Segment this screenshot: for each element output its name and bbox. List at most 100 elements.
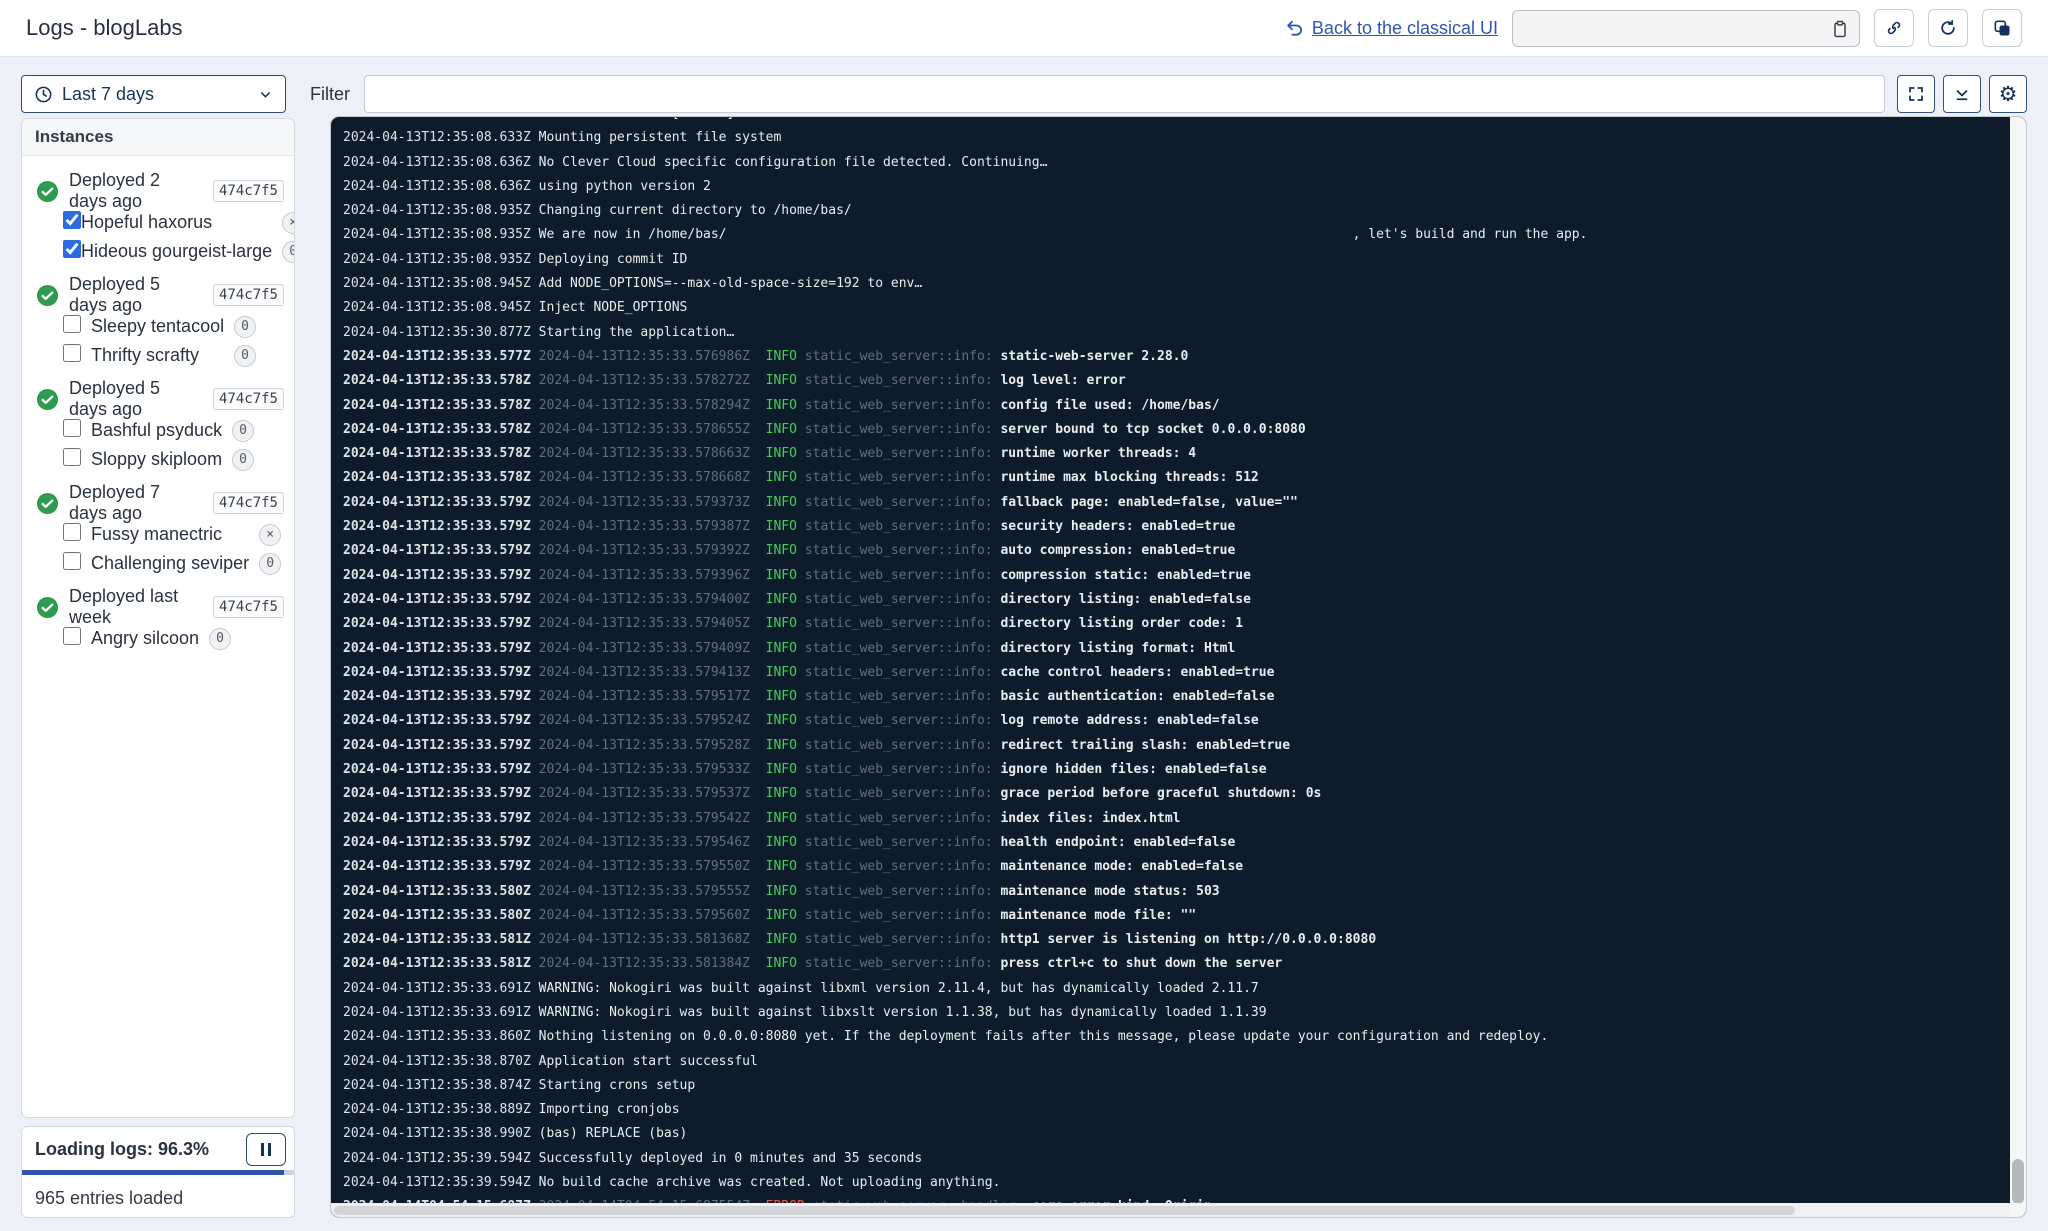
log-line: 2024-04-13T12:35:08.935Z Deploying commi…	[343, 248, 2026, 272]
instance-counter: ×	[259, 524, 281, 546]
log-line: 2024-04-13T12:35:33.579Z 2024-04-13T12:3…	[343, 734, 2026, 758]
log-line: 2024-04-13T12:35:08.935Z Changing curren…	[343, 199, 2026, 223]
log-lines: 2024-04-13T12:35:07.648Z ' [SHA256] '202…	[343, 116, 2026, 1218]
log-line: 2024-04-13T12:35:39.594Z Successfully de…	[343, 1147, 2026, 1171]
copy-icon	[1992, 18, 2012, 38]
log-line: 2024-04-13T12:35:33.579Z 2024-04-13T12:3…	[343, 807, 2026, 831]
log-viewer: 2024-04-13T12:35:07.648Z ' [SHA256] '202…	[330, 116, 2027, 1218]
pause-icon	[261, 1143, 271, 1156]
instance-checkbox[interactable]	[63, 315, 81, 333]
instance-name[interactable]: Challenging seviper	[91, 549, 259, 578]
commit-badge: 474c7f5	[213, 388, 284, 410]
instance-counter: 0	[259, 553, 281, 575]
scroll-to-bottom-icon	[1953, 85, 1971, 103]
deployment-group: Deployed 2 days ago474c7f5Hopeful haxoru…	[36, 176, 284, 266]
fullscreen-button[interactable]	[1897, 75, 1935, 113]
filter-input[interactable]	[364, 75, 1885, 113]
log-line: 2024-04-13T12:35:33.580Z 2024-04-13T12:3…	[343, 880, 2026, 904]
instance-checkbox[interactable]	[63, 240, 81, 258]
deployment-label: Deployed 2 days ago	[69, 170, 203, 212]
log-line: 2024-04-13T12:35:33.579Z 2024-04-13T12:3…	[343, 515, 2026, 539]
deployment-group-header[interactable]: Deployed 5 days ago474c7f5	[36, 280, 284, 310]
pause-loading-button[interactable]	[246, 1133, 286, 1166]
log-line: 2024-04-13T12:35:38.874Z Starting crons …	[343, 1074, 2026, 1098]
instance-counter: 0	[232, 449, 254, 471]
log-line: 2024-04-13T12:35:33.579Z 2024-04-13T12:3…	[343, 612, 2026, 636]
log-line: 2024-04-13T12:35:33.579Z 2024-04-13T12:3…	[343, 685, 2026, 709]
instance-counter: 0	[232, 420, 254, 442]
check-circle-icon	[36, 492, 59, 515]
instance-name[interactable]: Angry silcoon	[91, 624, 209, 653]
instance-checkbox[interactable]	[63, 211, 81, 229]
header-bar: Logs - blogLabs Back to the classical UI	[0, 0, 2048, 57]
commit-badge: 474c7f5	[213, 492, 284, 514]
loading-logs-label: Loading logs: 96.3%	[35, 1139, 209, 1160]
log-line: 2024-04-13T12:35:38.889Z Importing cronj…	[343, 1098, 2026, 1122]
log-line: 2024-04-13T12:35:33.577Z 2024-04-13T12:3…	[343, 345, 2026, 369]
log-line: 2024-04-13T12:35:33.579Z 2024-04-13T12:3…	[343, 855, 2026, 879]
deployment-label: Deployed 7 days ago	[69, 482, 203, 524]
refresh-button[interactable]	[1928, 9, 1968, 47]
back-to-classical-ui-link[interactable]: Back to the classical UI	[1284, 18, 1498, 39]
header-text-input[interactable]	[1513, 11, 1859, 46]
date-range-select[interactable]: Last 7 days	[21, 75, 286, 113]
instance-counter: 0	[209, 628, 231, 650]
scroll-to-bottom-button[interactable]	[1943, 75, 1981, 113]
instance-checkbox[interactable]	[63, 627, 81, 645]
instance-row: Hopeful haxorus×	[63, 208, 295, 237]
log-line: 2024-04-13T12:35:33.579Z 2024-04-13T12:3…	[343, 588, 2026, 612]
vertical-scrollbar[interactable]	[2010, 117, 2026, 1203]
log-line: 2024-04-13T12:35:33.579Z 2024-04-13T12:3…	[343, 564, 2026, 588]
instance-counter: 0	[234, 345, 256, 367]
log-line: 2024-04-13T12:35:33.578Z 2024-04-13T12:3…	[343, 442, 2026, 466]
check-circle-icon	[36, 180, 59, 203]
deployment-group: Deployed 5 days ago474c7f5Bashful psyduc…	[36, 384, 284, 474]
horizontal-scrollbar-thumb[interactable]	[334, 1206, 1795, 1215]
horizontal-scrollbar[interactable]	[331, 1203, 2010, 1217]
instances-panel: Instances Deployed 2 days ago474c7f5Hope…	[21, 118, 295, 1118]
deployment-group-header[interactable]: Deployed 2 days ago474c7f5	[36, 176, 284, 206]
log-line: 2024-04-13T12:35:38.990Z (bas) REPLACE (…	[343, 1122, 2026, 1146]
log-line: 2024-04-13T12:35:33.578Z 2024-04-13T12:3…	[343, 418, 2026, 442]
logs-toolbar: Last 7 days Filter ⚙	[21, 75, 2027, 113]
deployment-label: Deployed 5 days ago	[69, 378, 203, 420]
instance-checkbox[interactable]	[63, 448, 81, 466]
duplicate-view-button[interactable]	[1982, 9, 2022, 47]
instance-name[interactable]: Sleepy tentacool	[91, 312, 234, 341]
log-line: 2024-04-13T12:35:33.691Z WARNING: Nokogi…	[343, 977, 2026, 1001]
instance-row: Sleepy tentacool0	[63, 312, 256, 341]
clock-icon	[34, 85, 53, 104]
refresh-icon	[1938, 18, 1958, 38]
log-line: 2024-04-13T12:35:33.579Z 2024-04-13T12:3…	[343, 539, 2026, 563]
deployment-group-header[interactable]: Deployed 5 days ago474c7f5	[36, 384, 284, 414]
date-range-value: Last 7 days	[62, 84, 154, 105]
undo-icon	[1284, 18, 1304, 38]
instance-name[interactable]: Fussy manectric	[91, 520, 259, 549]
copy-link-button[interactable]	[1874, 9, 1914, 47]
deployment-group-header[interactable]: Deployed 7 days ago474c7f5	[36, 488, 284, 518]
deployment-group: Deployed 7 days ago474c7f5Fussy manectri…	[36, 488, 284, 578]
instance-checkbox[interactable]	[63, 344, 81, 362]
commit-badge: 474c7f5	[213, 180, 284, 202]
instance-checkbox[interactable]	[63, 552, 81, 570]
instance-row: Angry silcoon0	[63, 624, 231, 653]
instance-name[interactable]: Hopeful haxorus	[81, 208, 282, 237]
instance-checkbox[interactable]	[63, 419, 81, 437]
instance-name[interactable]: Sloppy skiploom	[91, 445, 232, 474]
log-line: 2024-04-13T12:35:33.579Z 2024-04-13T12:3…	[343, 831, 2026, 855]
deployment-group-header[interactable]: Deployed last week474c7f5	[36, 592, 284, 622]
deployment-group: Deployed last week474c7f5Angry silcoon0	[36, 592, 284, 653]
instance-name[interactable]: Thrifty scrafty	[91, 341, 234, 370]
settings-button[interactable]: ⚙	[1989, 75, 2027, 113]
instance-name[interactable]: Bashful psyduck	[91, 416, 232, 445]
instance-counter: 0	[234, 316, 256, 338]
vertical-scrollbar-thumb[interactable]	[2012, 1159, 2024, 1204]
instance-row: Thrifty scrafty0	[63, 341, 256, 370]
log-line: 2024-04-13T12:35:33.581Z 2024-04-13T12:3…	[343, 928, 2026, 952]
log-line: 2024-04-13T12:35:30.877Z Starting the ap…	[343, 321, 2026, 345]
instance-checkbox[interactable]	[63, 523, 81, 541]
clipboard-icon[interactable]	[1827, 16, 1853, 42]
loading-logs-panel: Loading logs: 96.3% 965 entries loaded	[21, 1126, 295, 1218]
instance-name[interactable]: Hideous gourgeist-large	[81, 237, 282, 266]
log-line: 2024-04-13T12:35:08.636Z No Clever Cloud…	[343, 151, 2026, 175]
